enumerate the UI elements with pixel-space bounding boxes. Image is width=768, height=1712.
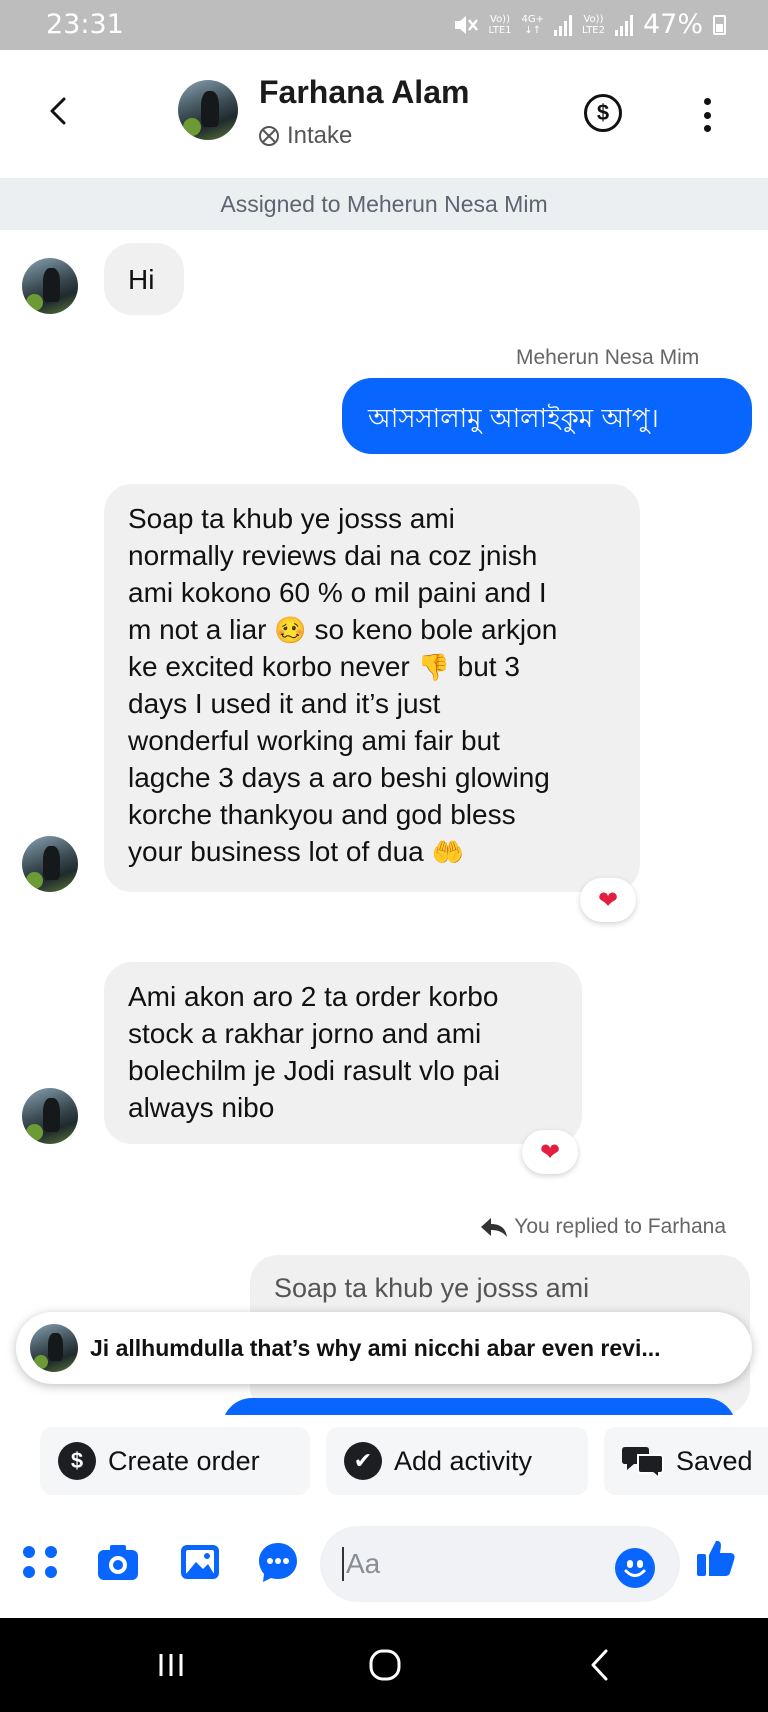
contact-name[interactable]: Farhana Alam (259, 74, 469, 111)
system-nav-bar (0, 1618, 768, 1712)
contact-avatar[interactable] (178, 80, 238, 140)
conversation-header: Farhana Alam Intake $ (0, 50, 768, 178)
quoted-text: Soap ta khub ye josss ami (274, 1273, 590, 1303)
create-order-button[interactable]: $ Create order (40, 1427, 310, 1495)
saved-replies-icon (622, 1447, 664, 1479)
status-bar: 23:31 Vo)) LTE1 4G+ ↓↑ Vo)) LTE2 47% (0, 0, 768, 50)
message-line: Soap ta khub ye josss ami (128, 503, 455, 534)
preview-avatar (30, 1324, 78, 1372)
contact-status-label: Intake (287, 122, 353, 149)
dollar-icon: $ (58, 1442, 96, 1480)
intake-icon (259, 126, 279, 146)
battery-percent: 47% (642, 9, 703, 40)
signal-1-icon (554, 14, 572, 36)
thumbs-up-icon[interactable] (694, 1536, 738, 1580)
message-bubble-outgoing[interactable]: আসসালামু আলাইকুম আপু। (342, 378, 752, 454)
back-icon[interactable] (576, 1640, 626, 1690)
battery-icon (713, 14, 726, 35)
message-line: days I used it and it’s just (128, 688, 441, 719)
network-type: 4G+ ↓↑ (521, 13, 545, 36)
message-line: ami kokono 60 % o mil paini and I (128, 577, 547, 608)
create-order-label: Create order (108, 1445, 260, 1476)
recent-apps-icon[interactable] (146, 1640, 196, 1690)
quick-actions-bar: $ Create order ✔ Add activity Saved (0, 1415, 768, 1510)
message-line: bolechilm je Jodi rasult vlo pai (128, 1055, 500, 1086)
status-icons: Vo)) LTE1 4G+ ↓↑ Vo)) LTE2 47% (453, 9, 726, 40)
message-preview-banner[interactable]: Ji allhumdulla that’s why ami nicchi aba… (16, 1312, 752, 1384)
back-arrow-icon[interactable] (40, 93, 76, 129)
assigned-banner: Assigned to Meherun Nesa Mim (0, 178, 768, 230)
status-time: 23:31 (46, 9, 124, 40)
contact-avatar-small (22, 1088, 78, 1144)
message-text: আসসালামু আলাইকুম আপু। (368, 404, 659, 434)
apps-grid-icon[interactable] (18, 1540, 62, 1584)
message-bubble-incoming[interactable]: Hi (104, 243, 184, 315)
message-line: ke excited korbo never (128, 651, 410, 682)
message-line: always nibo (128, 1092, 275, 1123)
add-activity-label: Add activity (394, 1445, 533, 1476)
heart-reaction[interactable]: ❤ (522, 1130, 578, 1174)
message-line: stock a rakhar jorno and ami (128, 1018, 482, 1049)
chat-extensions-icon[interactable] (256, 1540, 300, 1584)
composer-bar: Aa (0, 1510, 768, 1618)
gallery-icon[interactable] (178, 1540, 222, 1584)
message-bubble-incoming[interactable]: Soap ta khub ye josss ami normally revie… (104, 484, 640, 892)
text-caret (342, 1547, 344, 1581)
payment-button[interactable]: $ (584, 94, 622, 132)
message-line: m not a liar (128, 614, 267, 645)
more-options-icon[interactable] (700, 98, 714, 132)
home-icon[interactable] (360, 1640, 410, 1690)
sim2-label: Vo)) LTE2 (582, 13, 605, 36)
heart-reaction[interactable]: ❤ (580, 878, 636, 922)
message-bubble-incoming[interactable]: Ami akon aro 2 ta order korbo stock a ra… (104, 962, 582, 1144)
signal-2-icon (614, 14, 633, 36)
reply-arrow-icon (481, 1218, 508, 1237)
message-line: normally reviews dai na coz jnish (128, 540, 538, 571)
message-input-placeholder: Aa (346, 1548, 381, 1579)
sender-name: Meherun Nesa Mim (516, 346, 700, 369)
woozy-face-emoji: 🥴 (274, 615, 307, 645)
saved-label: Saved (676, 1445, 753, 1476)
message-text: Hi (128, 264, 155, 295)
add-activity-button[interactable]: ✔ Add activity (326, 1427, 588, 1495)
reply-label: You replied to Farhana (514, 1215, 726, 1238)
message-line: lagche 3 days a aro beshi glowing (128, 762, 550, 793)
palms-up-emoji: 🤲 (431, 837, 464, 867)
checkmark-icon: ✔ (344, 1442, 382, 1480)
message-line: your business lot of dua (128, 836, 424, 867)
message-line: wonderful working ami fair but (128, 725, 500, 756)
contact-avatar-small (22, 836, 78, 892)
contact-status[interactable]: Intake (257, 122, 352, 150)
message-line: but 3 (457, 651, 520, 682)
message-line: so keno bole arkjon (314, 614, 558, 645)
mute-icon (454, 15, 478, 34)
thumbs-down-emoji: 👎 (417, 652, 450, 682)
saved-replies-button[interactable]: Saved (604, 1427, 768, 1495)
reply-indicator: You replied to Farhana (480, 1215, 726, 1239)
camera-icon[interactable] (96, 1540, 140, 1584)
message-line: korche thankyou and god bless (128, 799, 516, 830)
preview-text: Ji allhumdulla that’s why ami nicchi aba… (90, 1334, 661, 1361)
message-line: Ami akon aro 2 ta order korbo (128, 981, 499, 1012)
sim1-label: Vo)) LTE1 (488, 13, 512, 36)
contact-avatar-small (22, 258, 78, 314)
emoji-icon[interactable] (615, 1548, 655, 1588)
